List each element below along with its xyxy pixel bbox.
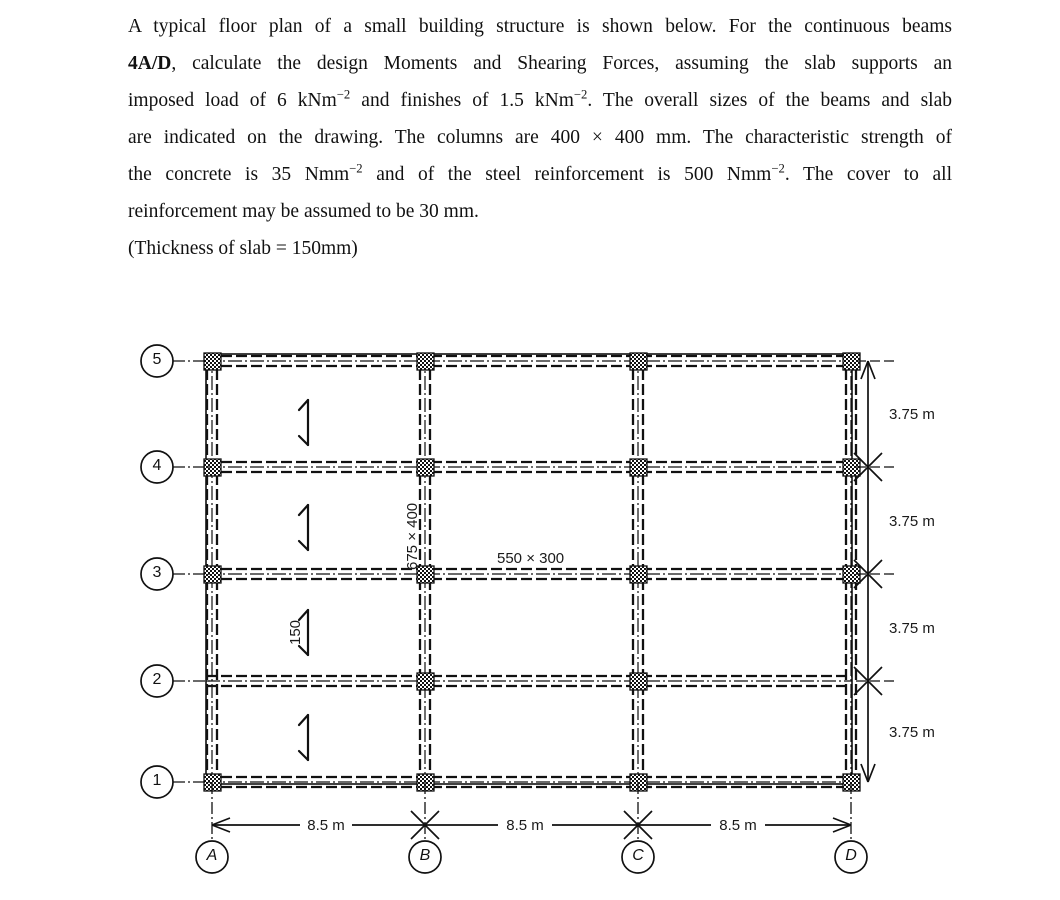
dimension-label-CD: 8.5 m (719, 817, 757, 834)
beam-reference: 4A/D (128, 53, 172, 74)
dimension-label-4-3: 3.75 m (889, 513, 935, 530)
column-C3 (629, 565, 648, 584)
statement-line-5c: . The cover to all (784, 164, 953, 185)
grid-label-A: A (206, 847, 218, 864)
statement-line-7: (Thickness of slab = 150mm) (128, 230, 952, 267)
statement-line-3b: and finishes of 1.5 kNm (350, 90, 574, 111)
steel-strength-exponent: −2 (771, 161, 785, 176)
statement-line-4-text: are indicated on the drawing. The column… (128, 127, 952, 148)
statement-line-2: 4A/D, calculate the design Moments and S… (128, 45, 952, 82)
span-arrow-bay-5-4 (297, 398, 310, 447)
horizontal-beams (206, 354, 852, 789)
dimension-label-BC: 8.5 m (506, 817, 544, 834)
statement-line-5b: and of the steel reinforcement is 500 Nm… (362, 164, 772, 185)
column-C4 (629, 458, 648, 477)
span-arrow-bay-4-3 (297, 503, 310, 552)
dimension-label-3-2: 3.75 m (889, 620, 935, 637)
span-arrow-bay-2-1 (297, 713, 310, 762)
problem-statement: A typical floor plan of a small building… (128, 8, 952, 267)
grid-label-4: 4 (152, 457, 162, 474)
horizontal-beam-size-label: 550 × 300 (497, 550, 565, 567)
column-B2 (416, 672, 435, 691)
statement-line-2-text: , calculate the design Moments and Shear… (171, 53, 952, 74)
slab-thickness-label: 150 (287, 619, 304, 645)
columns (203, 352, 861, 792)
statement-line-3c: . The overall sizes of the beams and sla… (587, 90, 952, 111)
concrete-strength-exponent: −2 (349, 161, 363, 176)
column-B5 (416, 352, 435, 371)
statement-line-5: the concrete is 35 Nmm−2 and of the stee… (128, 156, 952, 193)
dimension-label-AB: 8.5 m (307, 817, 345, 834)
dimension-label-5-4: 3.75 m (889, 406, 935, 423)
finishes-exponent: −2 (573, 87, 588, 102)
column-B4 (416, 458, 435, 477)
vertical-beam-size-label: 675 × 400 (404, 502, 421, 570)
slab-thickness-note: (Thickness of slab = 150mm) (128, 238, 358, 259)
column-A4 (203, 458, 222, 477)
floor-plan-svg (140, 344, 896, 874)
statement-line-3: imposed load of 6 kNm−2 and finishes of … (128, 82, 952, 119)
statement-line-6: reinforcement may be assumed to be 30 mm… (128, 193, 952, 230)
grid-label-5: 5 (152, 351, 162, 368)
col-grid-bubbles (195, 840, 868, 874)
grid-label-1: 1 (152, 772, 162, 789)
imposed-load-exponent: −2 (336, 87, 351, 102)
statement-line-3a: imposed load of 6 kNm (128, 90, 337, 111)
column-A3 (203, 565, 222, 584)
grid-label-C: C (632, 847, 644, 864)
grid-label-B: B (419, 847, 431, 864)
statement-line-5a: the concrete is 35 Nmm (128, 164, 350, 185)
floor-plan-drawing: 675 × 400 550 × 300 150 8.5 m 8.5 m 8.5 … (0, 300, 1060, 900)
statement-line-1: A typical floor plan of a small building… (128, 8, 952, 45)
statement-line-1-text: A typical floor plan of a small building… (128, 16, 952, 37)
column-C5 (629, 352, 648, 371)
statement-line-4: are indicated on the drawing. The column… (128, 119, 952, 156)
column-A5 (203, 352, 222, 371)
grid-label-D: D (845, 847, 857, 864)
grid-label-3: 3 (152, 564, 162, 581)
statement-line-6-text: reinforcement may be assumed to be 30 mm… (128, 201, 479, 222)
grid-label-2: 2 (152, 671, 162, 688)
column-C2 (629, 672, 648, 691)
dimension-label-2-1: 3.75 m (889, 724, 935, 741)
